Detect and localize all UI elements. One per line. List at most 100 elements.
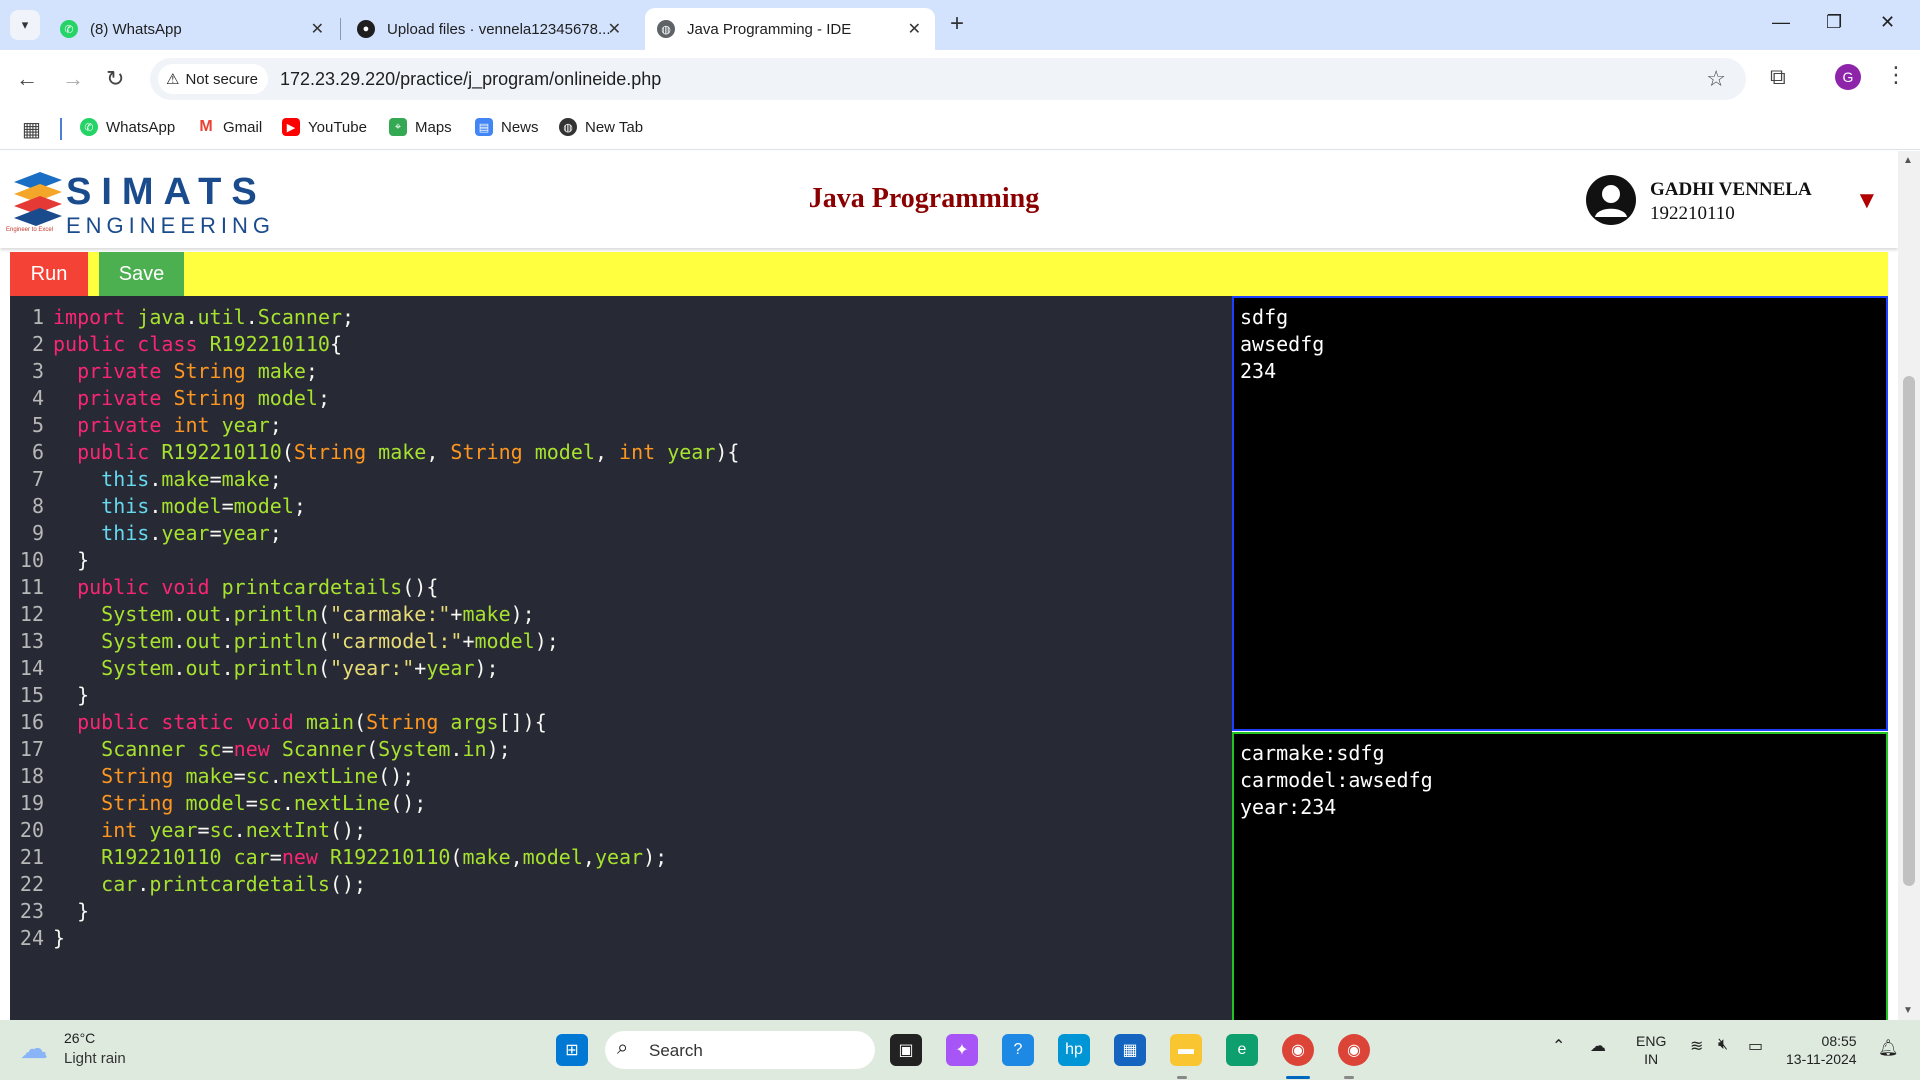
code-line[interactable]: 17 Scanner sc=new Scanner(System.in);: [10, 736, 739, 763]
code-line[interactable]: 11 public void printcardetails(){: [10, 574, 739, 601]
bookmark-label: WhatsApp: [106, 118, 176, 136]
bookmark-new-tab[interactable]: ◍ New Tab: [559, 118, 643, 136]
code-line[interactable]: 6 public R192210110(String make, String …: [10, 439, 740, 466]
code-line[interactable]: 8 this.model=model;: [10, 493, 739, 520]
back-icon[interactable]: ←: [16, 66, 38, 92]
weather-description[interactable]: Light rain: [64, 1050, 126, 1067]
apps-grid-icon[interactable]: ▦: [22, 117, 41, 142]
stdin-panel[interactable]: sdfg awsedfg 234: [1232, 296, 1888, 731]
scroll-thumb[interactable]: [1903, 376, 1915, 886]
menu-icon[interactable]: ⋮: [1885, 62, 1907, 88]
save-button[interactable]: Save: [99, 252, 184, 296]
line-number: 19: [19, 791, 44, 815]
code-line[interactable]: 19 String model=sc.nextLine();: [10, 790, 739, 817]
code-lines[interactable]: 1 import java.util.Scanner; 2 public class …: [10, 304, 740, 952]
omnibox[interactable]: ⚠ Not secure 172.23.29.220/practice/j_pr…: [150, 58, 1746, 100]
language-indicator[interactable]: ENG IN: [1636, 1032, 1666, 1068]
maps-icon: ⌖: [389, 118, 407, 136]
help-icon[interactable]: ?: [1002, 1034, 1034, 1066]
code-line[interactable]: 10 }: [10, 547, 739, 574]
bookmark-youtube[interactable]: ▶ YouTube: [282, 118, 367, 136]
edge-icon[interactable]: e: [1226, 1034, 1258, 1066]
code-line[interactable]: 16 public static void main(String args[]…: [10, 709, 739, 736]
bookmark-star-icon[interactable]: ☆: [1706, 66, 1726, 92]
output-text: carmake:sdfg carmodel:awsedfg year:234: [1240, 740, 1433, 821]
scroll-up-icon[interactable]: ▲: [1903, 155, 1913, 166]
bookmark-label: News: [501, 118, 539, 136]
wifi-icon[interactable]: ≋: [1690, 1036, 1703, 1056]
code-line[interactable]: 21 R192210110 car=new R192210110(make,mo…: [10, 844, 739, 871]
close-window-icon[interactable]: ✕: [1880, 12, 1895, 33]
weather-temperature[interactable]: 26°C: [64, 1030, 95, 1046]
security-chip[interactable]: ⚠ Not secure: [158, 64, 268, 94]
github-icon: ●: [357, 20, 375, 38]
stdin-line[interactable]: sdfg: [1240, 304, 1324, 331]
chrome-profile-icon[interactable]: ◉: [1338, 1034, 1370, 1066]
stdin-line[interactable]: awsedfg: [1240, 331, 1324, 358]
line-number: 12: [19, 602, 44, 626]
battery-icon[interactable]: ▭: [1748, 1036, 1763, 1056]
extensions-icon[interactable]: ⧉: [1770, 64, 1786, 90]
close-icon[interactable]: ✕: [311, 19, 324, 39]
bookmark-maps[interactable]: ⌖ Maps: [389, 118, 452, 136]
code-line[interactable]: 3 private String make;: [10, 358, 739, 385]
tab-github[interactable]: ● Upload files · vennela12345678... ✕: [345, 8, 635, 50]
user-avatar-icon[interactable]: [1586, 175, 1636, 225]
code-line[interactable]: 12 System.out.println("carmake:"+make);: [10, 601, 739, 628]
code-line[interactable]: 23 }: [10, 898, 739, 925]
code-line[interactable]: 2 public class R192210110{: [10, 331, 739, 358]
profile-avatar[interactable]: G: [1835, 64, 1861, 90]
close-icon[interactable]: ✕: [608, 19, 621, 39]
windows-start-icon[interactable]: ⊞: [556, 1034, 588, 1066]
close-icon[interactable]: ✕: [908, 19, 921, 39]
weather-cloud-icon[interactable]: ☁: [20, 1032, 48, 1065]
tab-java-ide[interactable]: ◍ Java Programming - IDE ✕: [645, 8, 935, 50]
notification-bell-icon[interactable]: 🔔︎: [1878, 1038, 1898, 1058]
code-line[interactable]: 15 }: [10, 682, 739, 709]
code-line[interactable]: 18 String make=sc.nextLine();: [10, 763, 739, 790]
code-line[interactable]: 22 car.printcardetails();: [10, 871, 739, 898]
system-clock[interactable]: 08:55 13-11-2024: [1786, 1032, 1857, 1068]
onedrive-cloud-icon[interactable]: ☁: [1590, 1036, 1606, 1056]
stdin-line[interactable]: 234: [1240, 358, 1324, 385]
reload-icon[interactable]: ↻: [106, 66, 124, 92]
forward-icon[interactable]: →: [62, 66, 84, 92]
volume-muted-icon[interactable]: 🔇︎: [1718, 1036, 1728, 1054]
bookmark-gmail[interactable]: M Gmail: [197, 118, 262, 136]
minimize-icon[interactable]: —: [1772, 12, 1790, 33]
taskbar-search[interactable]: ⌕ Search: [605, 1031, 875, 1069]
user-menu-caret-icon[interactable]: ▼: [1855, 187, 1879, 215]
scroll-down-icon[interactable]: ▼: [1903, 1005, 1913, 1016]
security-label: Not secure: [185, 70, 258, 88]
code-line[interactable]: 14 System.out.println("year:"+year);: [10, 655, 739, 682]
code-line[interactable]: 9 this.year=year;: [10, 520, 739, 547]
bookmark-whatsapp[interactable]: ✆ WhatsApp: [80, 118, 175, 136]
tab-whatsapp[interactable]: ✆ (8) WhatsApp ✕: [48, 8, 338, 50]
code-line[interactable]: 1 import java.util.Scanner;: [10, 304, 739, 331]
page-scrollbar[interactable]: ▲ ▼: [1898, 151, 1920, 1020]
url-text[interactable]: 172.23.29.220/practice/j_program/onlinei…: [280, 69, 661, 90]
store-icon[interactable]: ▦: [1114, 1034, 1146, 1066]
globe-icon: ◍: [559, 118, 577, 136]
logo-tagline: Engineer to Excel: [6, 227, 54, 233]
code-line[interactable]: 20 int year=sc.nextInt();: [10, 817, 739, 844]
restore-icon[interactable]: ❐: [1826, 12, 1842, 33]
file-explorer-icon[interactable]: ▬: [1170, 1034, 1202, 1066]
user-name: GADHI VENNELA: [1650, 179, 1812, 200]
tray-overflow-icon[interactable]: ⌃: [1552, 1036, 1565, 1056]
stdin-text[interactable]: sdfg awsedfg 234: [1240, 304, 1324, 385]
myhp-icon[interactable]: hp: [1058, 1034, 1090, 1066]
copilot-icon[interactable]: ✦: [946, 1034, 978, 1066]
tab-search-icon[interactable]: ▾: [10, 10, 40, 40]
task-view-icon[interactable]: ▣: [890, 1034, 922, 1066]
code-line[interactable]: 24}: [10, 925, 739, 952]
code-line[interactable]: 7 this.make=make;: [10, 466, 739, 493]
code-editor[interactable]: 1 import java.util.Scanner; 2 public class …: [10, 296, 1232, 1020]
code-line[interactable]: 4 private String model;: [10, 385, 739, 412]
code-line[interactable]: 5 private int year;: [10, 412, 739, 439]
chrome-icon[interactable]: ◉: [1282, 1034, 1314, 1066]
run-button[interactable]: Run: [10, 252, 88, 296]
new-tab-icon[interactable]: +: [950, 10, 964, 38]
code-line[interactable]: 13 System.out.println("carmodel:"+model)…: [10, 628, 739, 655]
bookmark-news[interactable]: ▤ News: [475, 118, 539, 136]
